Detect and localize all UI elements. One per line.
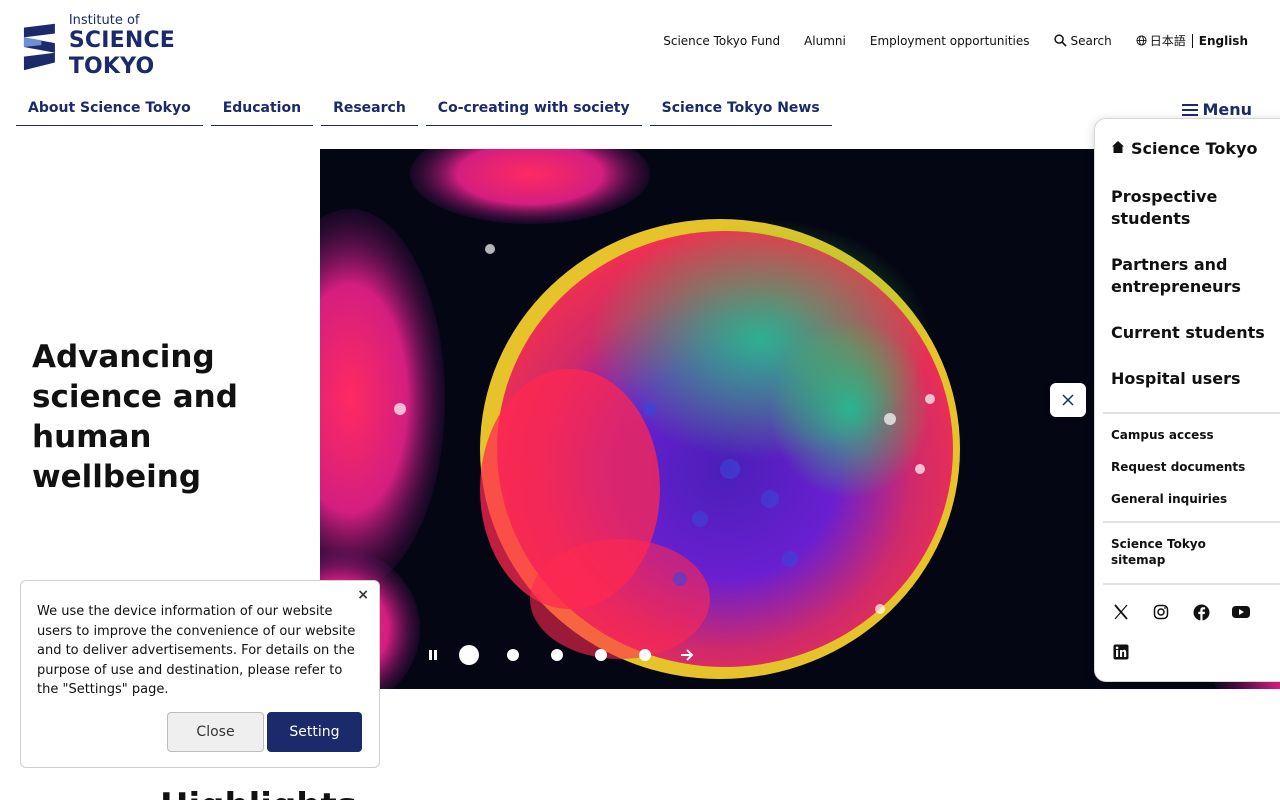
general-inquiries-link[interactable]: General inquiries [1111, 492, 1227, 506]
main-nav: About Science Tokyo Education Research C… [16, 100, 840, 126]
cookie-close-button[interactable]: Close [167, 712, 264, 752]
language-switcher: 日本語 English [1136, 32, 1248, 49]
cookie-dismiss-button[interactable]: × [357, 587, 369, 603]
menu-label: Menu [1202, 100, 1252, 119]
pause-icon [429, 650, 437, 660]
menu-button[interactable]: Menu [1182, 100, 1252, 119]
slide-dot-4[interactable] [595, 649, 607, 661]
utility-nav: Science Tokyo Fund Alumni Employment opp… [639, 32, 1248, 49]
pause-button[interactable] [421, 643, 445, 667]
x-icon[interactable] [1111, 602, 1131, 622]
side-menu-divider [1103, 521, 1280, 523]
sitemap-link[interactable]: Science Tokyo sitemap [1111, 536, 1221, 568]
campus-access-link[interactable]: Campus access [1111, 428, 1214, 442]
arrow-right-icon [681, 649, 694, 661]
slide-dot-3[interactable] [551, 649, 563, 661]
home-icon [1112, 140, 1124, 153]
logo-big-text: SCIENCE TOKYO [68, 28, 176, 79]
slider-controls [421, 640, 699, 670]
slide-dot-1[interactable] [459, 645, 479, 665]
slide-dot-5[interactable] [639, 649, 651, 661]
close-menu-button[interactable] [1050, 383, 1086, 417]
search-button[interactable]: Search [1053, 33, 1112, 48]
search-label: Search [1070, 33, 1112, 48]
employment-link[interactable]: Employment opportunities [870, 34, 1030, 48]
side-menu-home-label: Science Tokyo [1131, 139, 1258, 158]
site-logo[interactable]: Institute of SCIENCE TOKYO [22, 14, 262, 79]
cookie-setting-button[interactable]: Setting [267, 712, 362, 752]
hamburger-icon [1182, 103, 1199, 116]
social-links [1111, 602, 1271, 682]
lang-divider [1191, 33, 1193, 48]
nav-co-creating[interactable]: Co-creating with society [425, 100, 642, 126]
side-menu-home-link[interactable]: Science Tokyo [1111, 139, 1257, 158]
instagram-icon[interactable] [1151, 602, 1171, 622]
youtube-icon[interactable] [1231, 602, 1251, 622]
logo-small-text: Institute of [68, 13, 140, 28]
cookie-message: We use the device information of our web… [37, 604, 356, 697]
search-icon [1053, 34, 1067, 47]
highlights-heading: Highlights [160, 786, 357, 800]
lang-en-link[interactable]: English [1199, 34, 1248, 48]
prospective-students-link[interactable]: Prospective students [1111, 186, 1280, 230]
side-menu-divider [1103, 412, 1280, 414]
facebook-icon[interactable] [1191, 602, 1211, 622]
nav-about[interactable]: About Science Tokyo [16, 100, 203, 126]
alumni-link[interactable]: Alumni [804, 34, 846, 48]
linkedin-icon[interactable] [1111, 642, 1131, 662]
side-menu-panel: Science Tokyo Prospective students Partn… [1094, 118, 1280, 682]
partners-link[interactable]: Partners and entrepreneurs [1111, 254, 1280, 298]
globe-icon [1136, 35, 1147, 46]
request-documents-link[interactable]: Request documents [1111, 460, 1245, 474]
slide-dot-2[interactable] [507, 649, 519, 661]
logo-mark-icon [23, 23, 55, 71]
current-students-link[interactable]: Current students [1111, 322, 1280, 344]
lang-ja-link[interactable]: 日本語 [1150, 32, 1186, 49]
nav-research[interactable]: Research [321, 100, 418, 126]
cookie-consent-dialog: × We use the device information of our w… [20, 580, 380, 768]
next-slide-button[interactable] [675, 643, 699, 667]
fund-link[interactable]: Science Tokyo Fund [663, 34, 780, 48]
nav-news[interactable]: Science Tokyo News [649, 100, 832, 126]
hero-title: Advancing science and human wellbeing [32, 339, 238, 495]
hospital-users-link[interactable]: Hospital users [1111, 368, 1280, 390]
close-icon [1062, 394, 1074, 406]
side-menu-divider [1103, 583, 1280, 585]
nav-education[interactable]: Education [210, 100, 314, 126]
logo-text: Institute of SCIENCE TOKYO [69, 14, 262, 80]
